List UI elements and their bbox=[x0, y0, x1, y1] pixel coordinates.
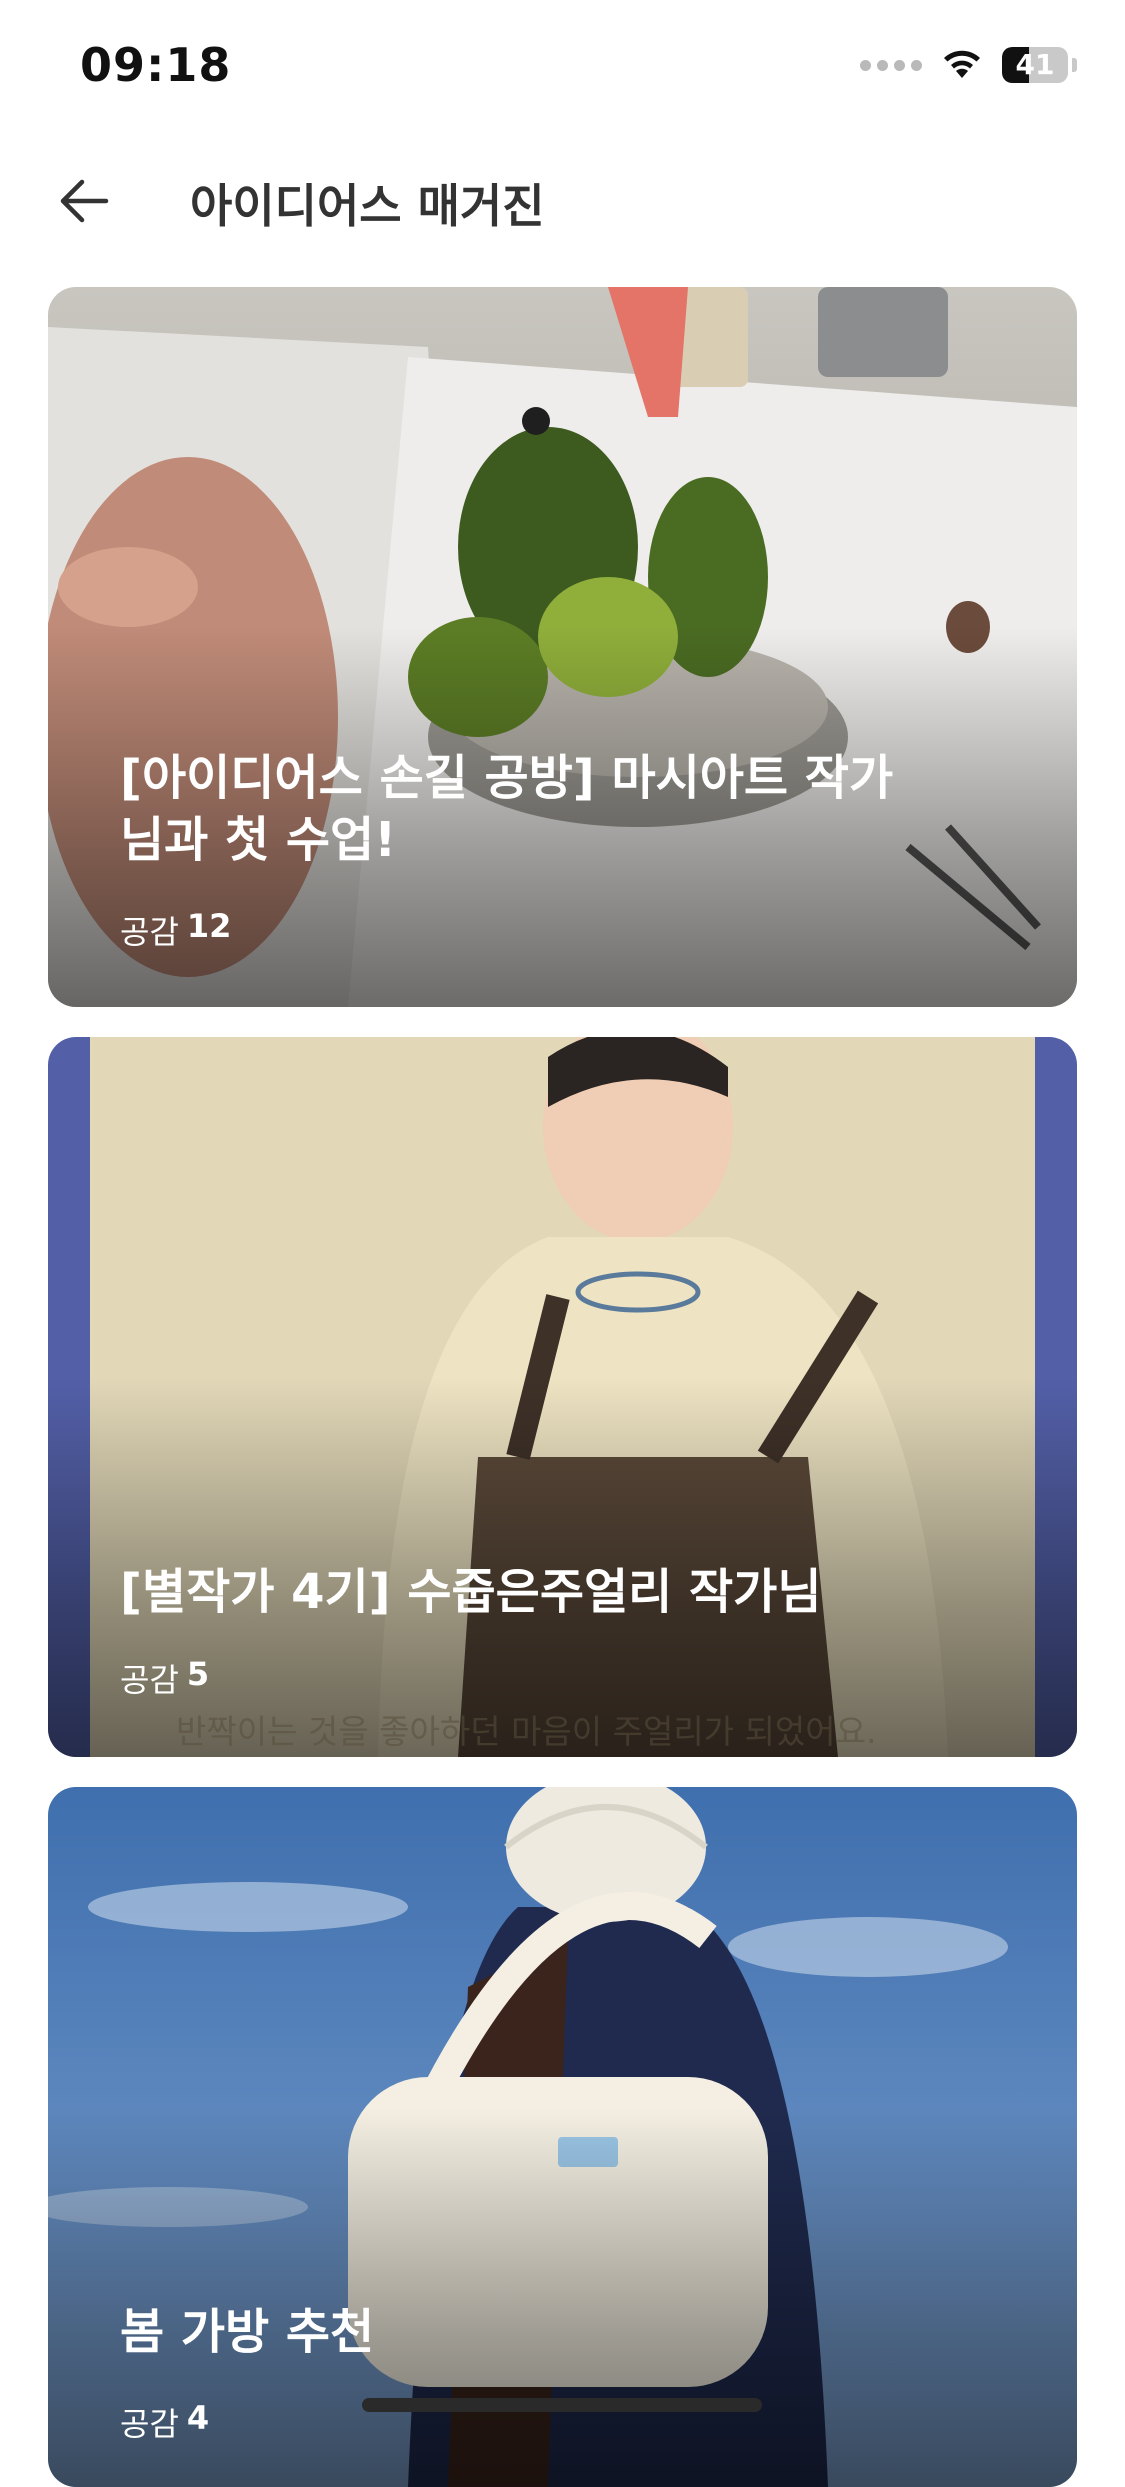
arrow-left-icon bbox=[60, 179, 109, 223]
card-likes: 공감 5 bbox=[120, 1655, 209, 1701]
back-button[interactable] bbox=[44, 166, 124, 236]
wifi-icon bbox=[940, 46, 984, 84]
battery-icon: 41 bbox=[1002, 47, 1068, 83]
likes-count: 5 bbox=[186, 1655, 210, 1693]
magazine-card[interactable]: 봄 가방 추천 공감 4 bbox=[48, 1787, 1077, 2487]
card-likes: 공감 4 bbox=[120, 2399, 209, 2445]
battery-level-text: 41 bbox=[1015, 48, 1055, 81]
home-indicator[interactable] bbox=[362, 2398, 762, 2412]
status-time: 09:18 bbox=[80, 38, 232, 92]
card-title: 봄 가방 추천 bbox=[120, 2304, 375, 2360]
likes-label: 공감 bbox=[120, 1661, 179, 1699]
page-title: 아이디어스 매거진 bbox=[190, 179, 545, 233]
battery-tip bbox=[1072, 58, 1077, 72]
magazine-card[interactable]: [아이디어스 손길 공방] 마시아트 작가님과 첫 수업! 공감 12 bbox=[48, 287, 1077, 1007]
likes-count: 12 bbox=[186, 907, 232, 945]
likes-label: 공감 bbox=[120, 2405, 179, 2443]
card-likes: 공감 12 bbox=[120, 907, 231, 953]
card-title: [별작가 4기] 수줍은주얼리 작가님 bbox=[120, 1564, 822, 1620]
signal-dots-icon bbox=[860, 59, 922, 71]
magazine-card[interactable]: [별작가 4기] 수줍은주얼리 작가님 공감 5 반짝이는 것을 좋아하던 마음… bbox=[48, 1037, 1077, 1757]
status-bar: 09:18 41 bbox=[0, 0, 1125, 140]
likes-count: 4 bbox=[186, 2399, 210, 2437]
status-icons: 41 bbox=[860, 46, 1077, 84]
card-title: [아이디어스 손길 공방] 마시아트 작가님과 첫 수업! bbox=[120, 750, 894, 868]
image-caption-text: 반짝이는 것을 좋아하던 마음이 주얼리가 되었어요. bbox=[176, 1712, 877, 1751]
app-header: 아이디어스 매거진 bbox=[0, 140, 1125, 260]
likes-label: 공감 bbox=[120, 913, 179, 951]
